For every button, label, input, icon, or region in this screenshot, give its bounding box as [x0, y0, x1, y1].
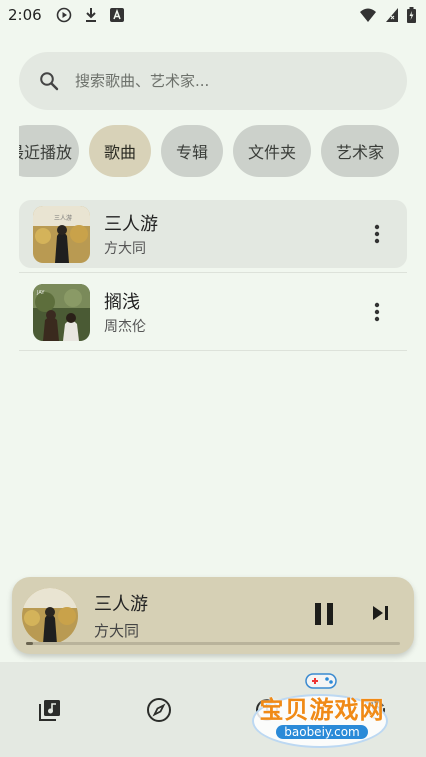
- search-bar[interactable]: [19, 52, 407, 110]
- compass-icon[interactable]: [145, 696, 173, 724]
- song-row[interactable]: 三人游 三人游 方大同: [19, 200, 407, 273]
- now-playing-artist: 方大同: [94, 622, 140, 640]
- divider: [19, 350, 407, 351]
- now-playing-title: 三人游: [94, 594, 148, 615]
- gamepad-icon: [305, 673, 337, 689]
- divider: [19, 272, 407, 273]
- search-input[interactable]: [75, 72, 375, 90]
- wifi-icon: [359, 7, 377, 23]
- skip-next-icon[interactable]: [369, 601, 393, 625]
- play-circle-icon: [56, 7, 72, 23]
- more-options-icon[interactable]: [365, 222, 389, 246]
- song-title: 三人游: [104, 214, 158, 235]
- battery-icon: [407, 7, 416, 23]
- music-library-icon[interactable]: [36, 696, 64, 724]
- font-icon: [109, 8, 124, 22]
- chip-folders[interactable]: 文件夹: [233, 125, 311, 177]
- playback-progress-fill: [26, 642, 34, 645]
- song-row[interactable]: JAY 搁浅 周杰伦: [19, 278, 407, 351]
- more-options-icon[interactable]: [365, 300, 389, 324]
- pause-icon[interactable]: [310, 599, 338, 629]
- album-cover: 三人游: [33, 205, 90, 263]
- chip-albums[interactable]: 专辑: [161, 125, 223, 177]
- now-playing-cover: [22, 587, 78, 644]
- svg-text:三人游: 三人游: [54, 214, 72, 222]
- svg-text:JAY: JAY: [36, 290, 45, 296]
- song-list: 三人游 三人游 方大同 JAY 搁浅 周杰伦: [19, 200, 407, 351]
- watermark-text: 宝贝游戏网: [259, 696, 385, 724]
- download-icon: [84, 7, 98, 23]
- signal-icon: [385, 7, 399, 23]
- playback-progress[interactable]: [26, 642, 400, 645]
- category-chips: 最近播放 歌曲 专辑 文件夹 艺术家: [19, 125, 407, 177]
- chip-recent[interactable]: 最近播放: [19, 125, 79, 177]
- song-title: 搁浅: [104, 292, 140, 313]
- album-cover: JAY: [33, 283, 90, 341]
- chip-songs[interactable]: 歌曲: [89, 125, 151, 177]
- song-artist: 方大同: [104, 241, 146, 257]
- status-time: 2:06: [8, 6, 42, 24]
- mini-player[interactable]: 三人游 方大同: [12, 577, 414, 654]
- watermark-logo: 宝贝游戏网 baobeiy.com: [242, 668, 402, 753]
- watermark-url: baobeiy.com: [276, 725, 368, 739]
- chip-artists[interactable]: 艺术家: [321, 125, 399, 177]
- status-bar: 2:06: [0, 0, 426, 30]
- song-artist: 周杰伦: [104, 319, 146, 335]
- search-icon: [39, 71, 59, 91]
